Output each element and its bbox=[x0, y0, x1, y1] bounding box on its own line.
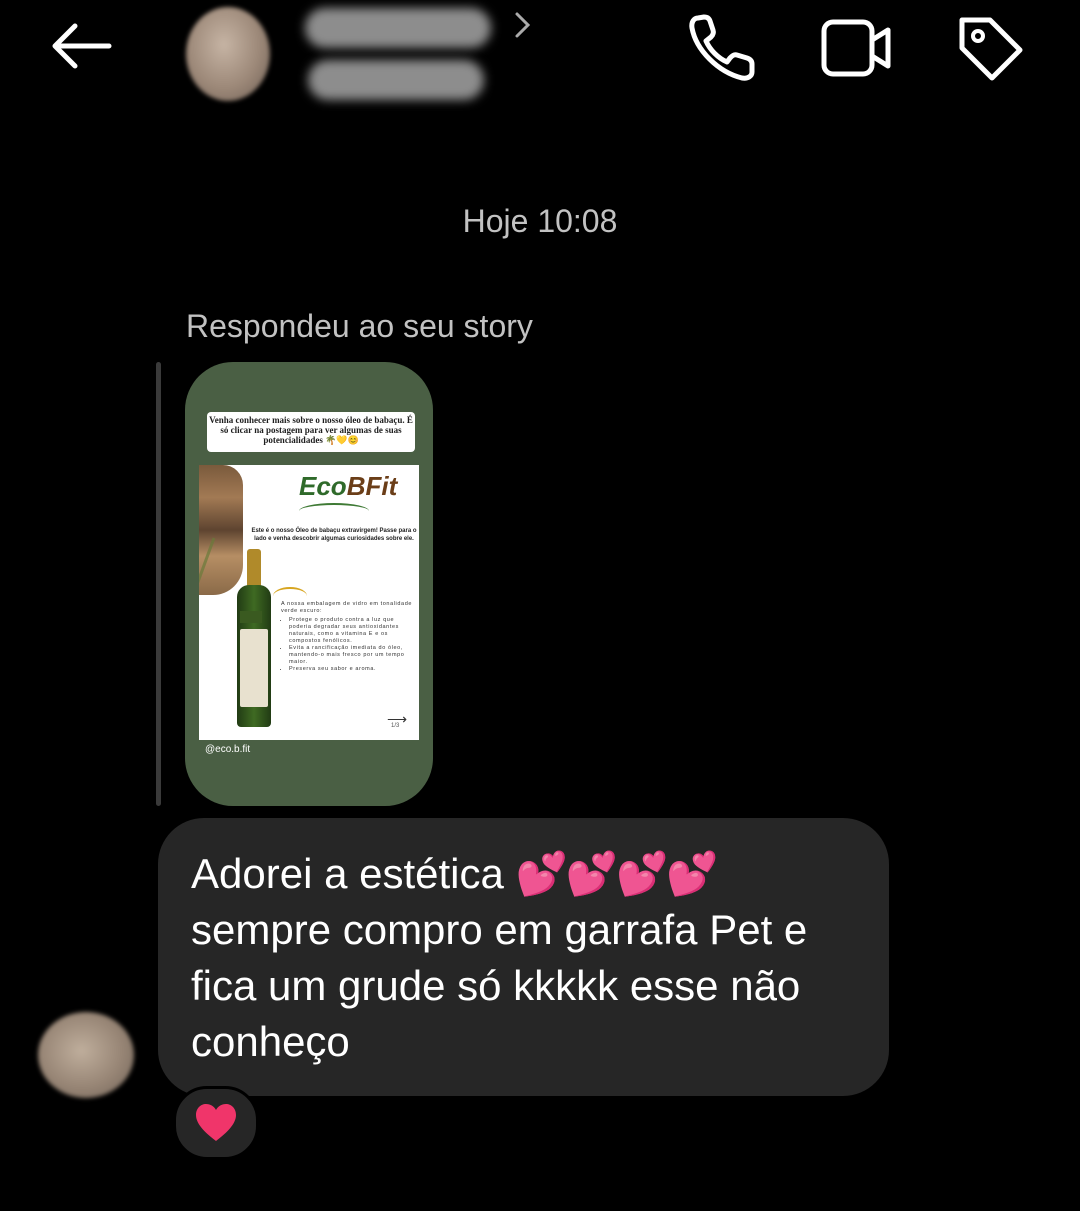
page-indicator: 1/3 bbox=[391, 723, 400, 729]
story-reply-caption: Respondeu ao seu story bbox=[186, 308, 533, 344]
arrow-left-icon bbox=[52, 23, 112, 69]
phone-call-button[interactable] bbox=[684, 10, 760, 86]
tag-button[interactable] bbox=[950, 8, 1030, 88]
message-reaction[interactable] bbox=[173, 1086, 259, 1160]
heart-icon bbox=[196, 1104, 236, 1141]
palm-fronds-decoration bbox=[299, 503, 369, 519]
story-preview[interactable]: Venha conhecer mais sobre o nosso óleo d… bbox=[185, 362, 433, 806]
contact-avatar[interactable] bbox=[186, 7, 270, 101]
story-caption: Venha conhecer mais sobre o nosso óleo d… bbox=[207, 412, 415, 452]
contact-subtitle bbox=[308, 60, 484, 100]
chevron-right-icon[interactable] bbox=[512, 10, 534, 40]
reply-indicator-bar bbox=[156, 362, 161, 806]
message-bubble[interactable]: Adorei a estética 💕💕💕💕 sempre compro em … bbox=[158, 818, 889, 1096]
poster-bullet: Protege o produto contra a luz que poder… bbox=[289, 617, 415, 645]
sender-avatar[interactable] bbox=[38, 1012, 134, 1098]
oil-bottle-image bbox=[237, 549, 271, 727]
two-hearts-emoji: 💕💕💕💕 bbox=[515, 850, 719, 897]
video-camera-icon bbox=[821, 19, 891, 77]
poster-bullet: Preserva seu sabor e aroma. bbox=[289, 666, 415, 673]
poster-body-text: A nossa embalagem de vidro em tonalidade… bbox=[281, 601, 415, 673]
contact-name[interactable] bbox=[305, 8, 491, 48]
brand-logo: EcoBFit bbox=[299, 471, 398, 501]
tag-icon bbox=[959, 17, 1023, 81]
phone-icon bbox=[689, 14, 755, 81]
story-poster-image: EcoBFit Este é o nosso Óleo de babaçu ex… bbox=[199, 465, 419, 740]
message-text: Adorei a estética 💕💕💕💕 sempre compro em … bbox=[191, 850, 808, 1065]
poster-bullet: Evita a rancificação imediata do óleo, m… bbox=[289, 645, 415, 666]
message-timestamp: Hoje 10:08 bbox=[462, 203, 618, 239]
poster-headline: Este é o nosso Óleo de babaçu extravirge… bbox=[251, 528, 417, 542]
back-button[interactable] bbox=[40, 16, 120, 76]
story-handle: @eco.b.fit bbox=[205, 744, 251, 755]
video-call-button[interactable] bbox=[816, 10, 896, 86]
